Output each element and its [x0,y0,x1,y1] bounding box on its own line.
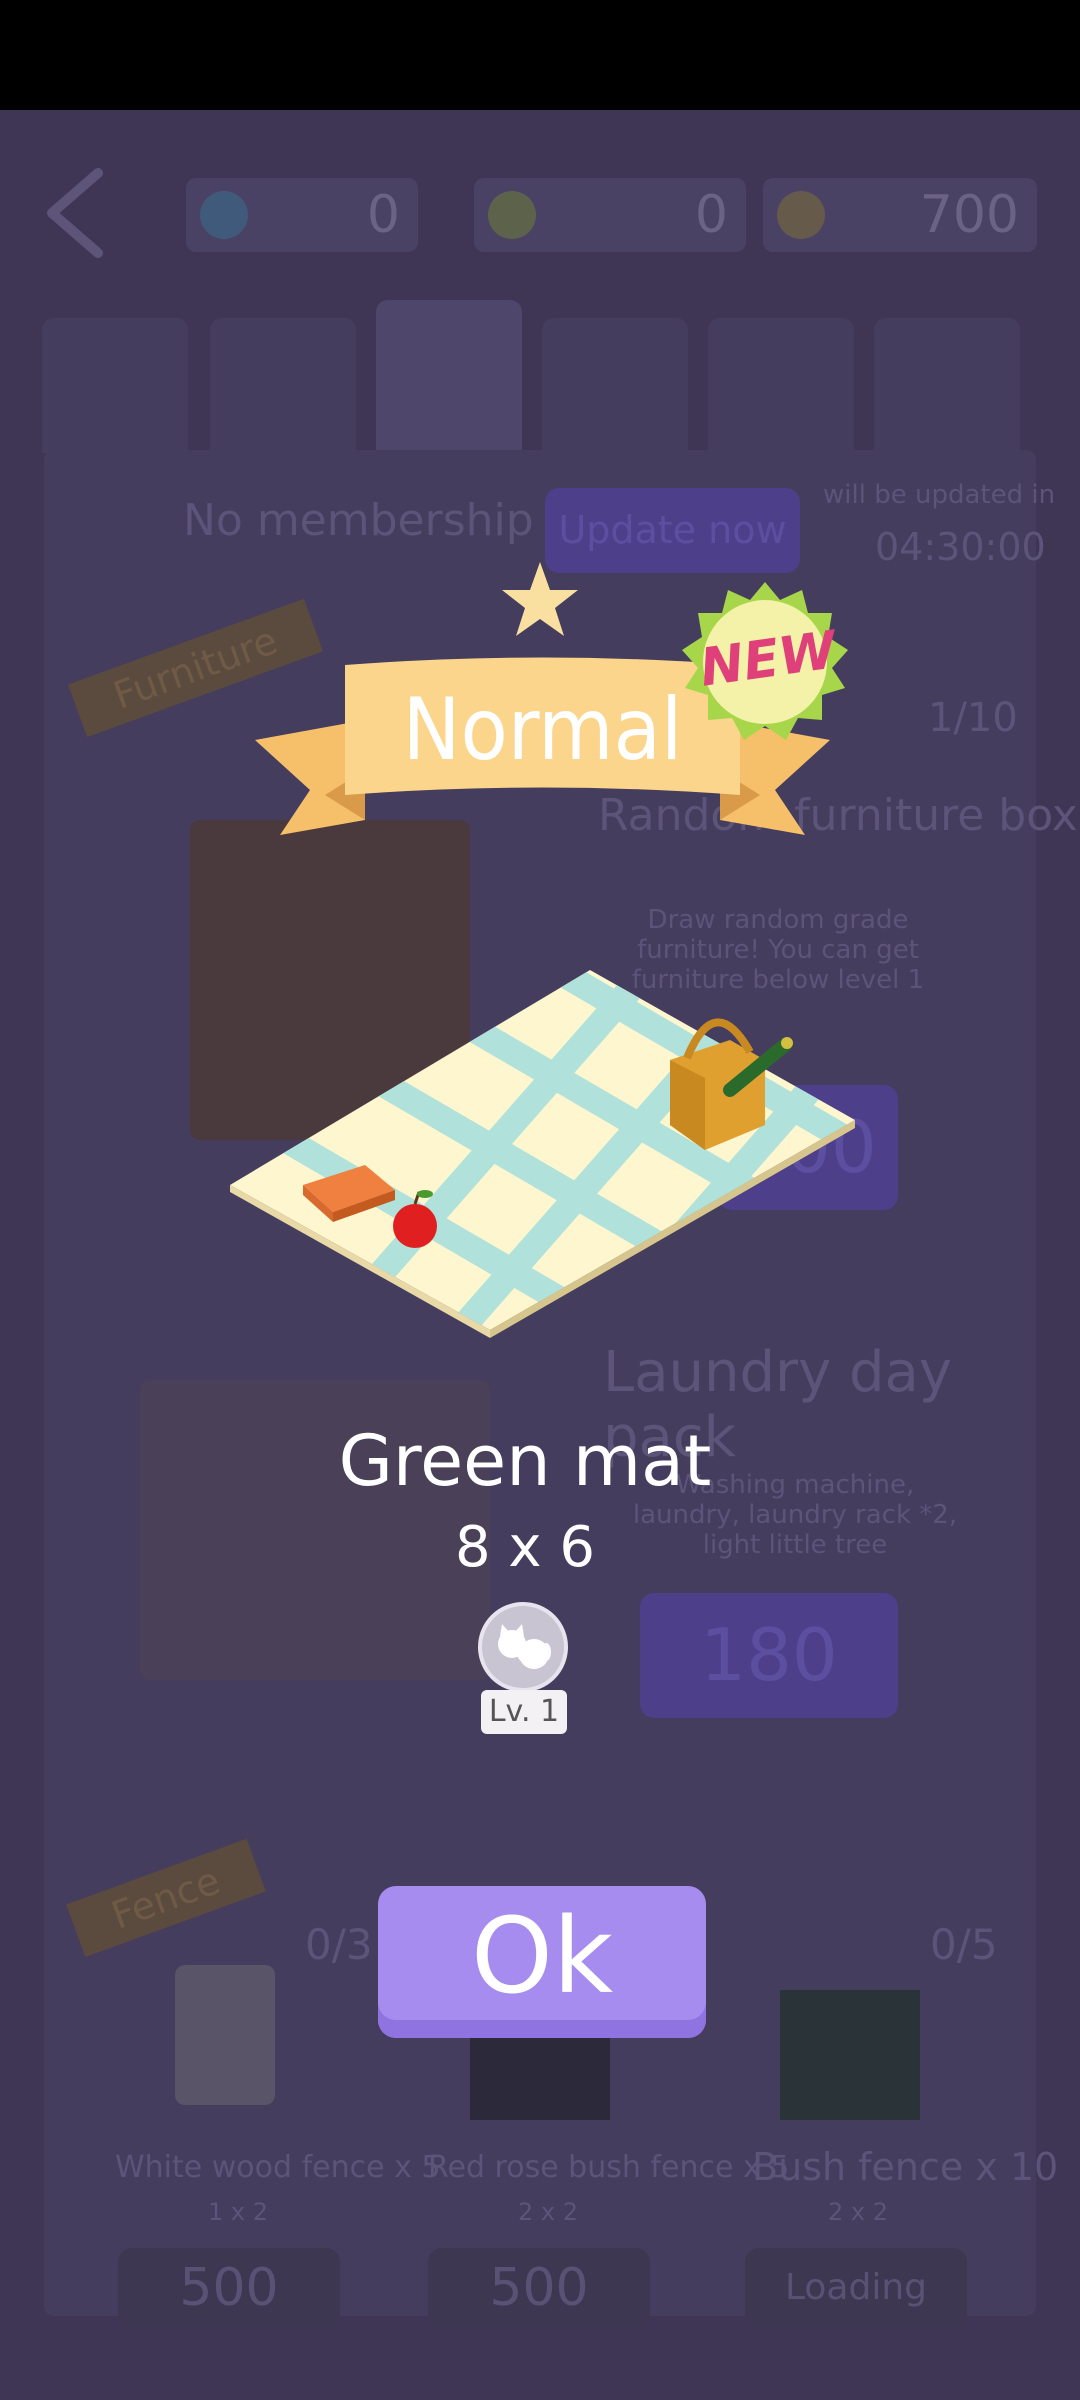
back-arrow-icon[interactable] [40,165,110,260]
coin-icon [777,191,825,239]
item-size: 8 x 6 [455,1515,595,1580]
clover-value: 0 [694,185,728,245]
fence3-name: Bush fence x 10 [752,2145,1059,2189]
fence2-price-button[interactable]: 500 [428,2248,650,2328]
tab-tickets[interactable] [874,318,1020,453]
laundry-price-button[interactable]: 180 [640,1593,898,1718]
tab-bag[interactable] [210,318,356,453]
fence1-size: 1 x 2 [208,2198,268,2226]
fence3-loading-button[interactable]: Loading [745,2248,967,2328]
update-timer: 04:30:00 [875,525,1046,569]
gem-currency: 0 [186,178,418,252]
clover-currency: 0 [474,178,746,252]
fence-count-left: 0/3 [305,1920,373,1969]
white-fence-image [175,1965,275,2105]
status-bar [0,0,1080,110]
tab-furniture[interactable] [376,300,522,453]
gem-icon [200,191,248,239]
coin-currency: 700 [763,178,1037,252]
update-now-button[interactable]: Update now [545,488,800,573]
green-mat-image [230,970,855,1338]
fence2-size: 2 x 2 [518,2198,578,2226]
tab-cart[interactable] [708,318,854,453]
update-info: will be updated in [823,480,1056,510]
bush-fence-image [780,1990,920,2120]
membership-text: No membership [183,495,534,546]
coin-value: 700 [919,185,1019,245]
clover-icon [488,191,536,239]
fence3-size: 2 x 2 [828,2198,888,2226]
item-name: Green mat [338,1420,712,1502]
tab-tools[interactable] [542,318,688,453]
gem-value: 0 [366,185,400,245]
fence1-name: White wood fence x 5 [115,2150,441,2185]
category-tabs [42,300,1042,453]
fence2-name: Red rose bush fence x 5 [428,2150,790,2185]
fence1-price-button[interactable]: 500 [118,2248,340,2328]
ok-button[interactable]: Ok [378,1886,706,2038]
fence-count-right: 0/5 [930,1920,998,1969]
random-box-count: 1/10 [928,695,1018,741]
tab-tags[interactable] [42,318,188,453]
level-badge: Lv. 1 [481,1690,567,1734]
star-icon [502,562,578,636]
cat-dog-avatar-icon [478,1602,568,1692]
